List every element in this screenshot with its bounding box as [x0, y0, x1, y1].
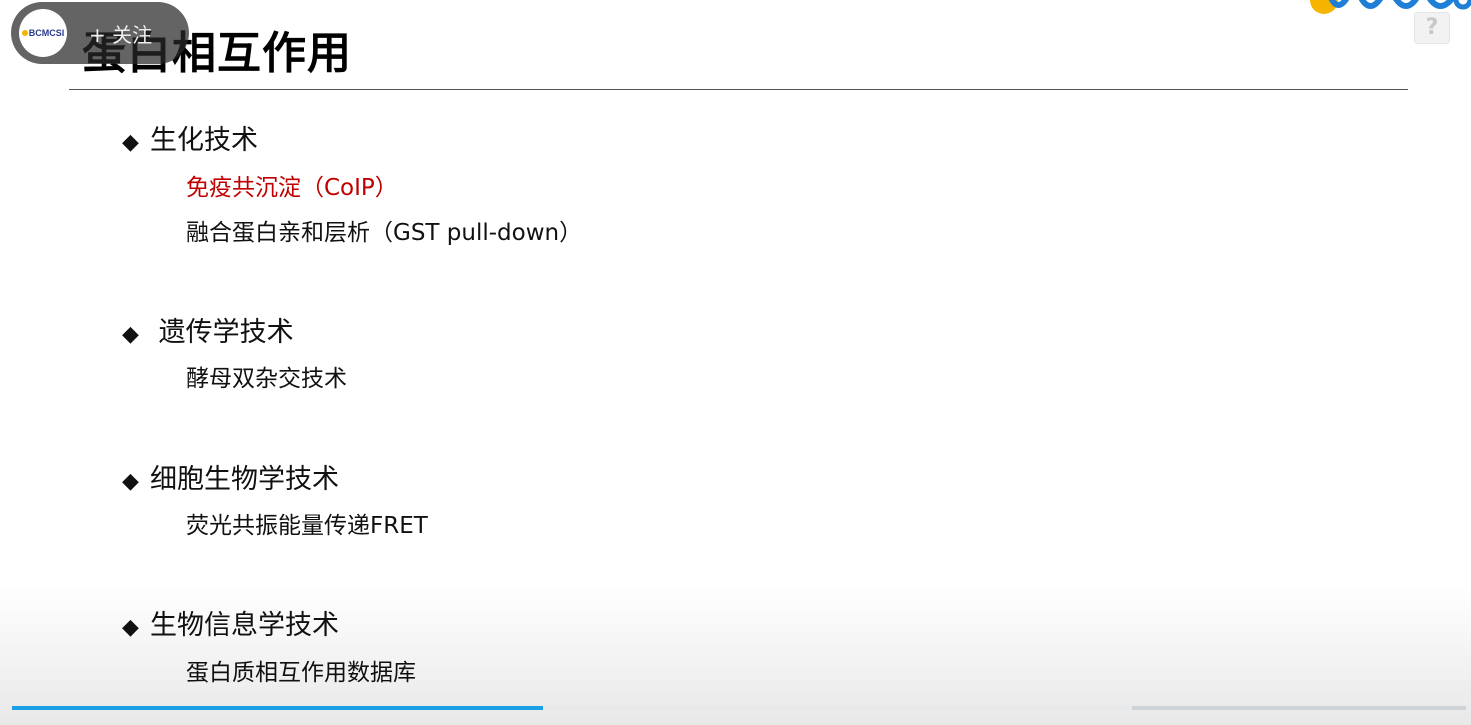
- channel-avatar[interactable]: BCMCSI: [19, 9, 67, 57]
- section-heading-cell-biology: ◆ 细胞生物学技术: [122, 462, 339, 500]
- diamond-bullet-icon: ◆: [122, 615, 139, 640]
- logo-dot-icon: [21, 30, 28, 36]
- video-progress-bar[interactable]: [12, 706, 1466, 710]
- list-item-ppi-database: 蛋白质相互作用数据库: [186, 660, 416, 686]
- diamond-bullet-icon: ◆: [122, 130, 139, 155]
- title-divider: [69, 89, 1408, 90]
- help-icon[interactable]: ?: [1414, 12, 1450, 44]
- follow-button[interactable]: + 关注: [89, 19, 152, 48]
- list-item-coip: 免疫共沉淀（CoIP）: [186, 175, 398, 201]
- video-slide: 蛋白相互作用 ◆ 生化技术 免疫共沉淀（CoIP） 融合蛋白亲和层析（GST pu…: [0, 0, 1471, 725]
- list-item-gst-pulldown: 融合蛋白亲和层析（GST pull-down）: [186, 220, 583, 246]
- diamond-bullet-icon: ◆: [122, 469, 139, 494]
- section-heading-genetics: ◆ 遗传学技术: [122, 315, 294, 353]
- list-item-yeast-two-hybrid: 酵母双杂交技术: [186, 366, 347, 392]
- progress-played: [12, 706, 543, 710]
- section-heading-bioinformatics: ◆ 生物信息学技术: [122, 608, 339, 646]
- list-item-fret: 荧光共振能量传递FRET: [186, 513, 428, 539]
- diamond-bullet-icon: ◆: [122, 322, 139, 347]
- section-heading-biochem: ◆ 生化技术: [122, 123, 258, 161]
- follow-channel-pill[interactable]: BCMCSI + 关注: [11, 2, 189, 64]
